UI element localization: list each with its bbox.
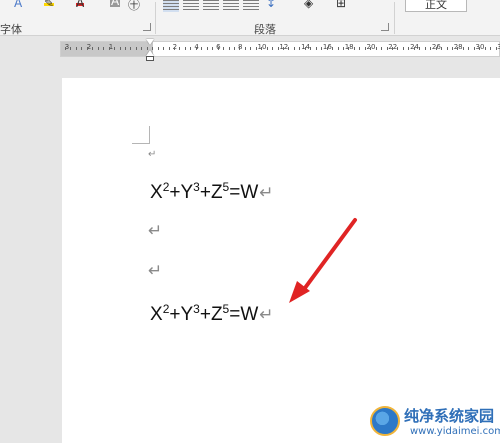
red-arrow-annotation xyxy=(289,218,357,303)
arrow-shaft xyxy=(300,218,357,294)
watermark-url: www.yidaimei.com xyxy=(410,426,500,437)
watermark-title: 纯净系统家园 xyxy=(404,407,495,425)
site-logo-icon xyxy=(370,406,400,436)
site-watermark: 纯净系统家园 www.yidaimei.com xyxy=(370,402,500,443)
